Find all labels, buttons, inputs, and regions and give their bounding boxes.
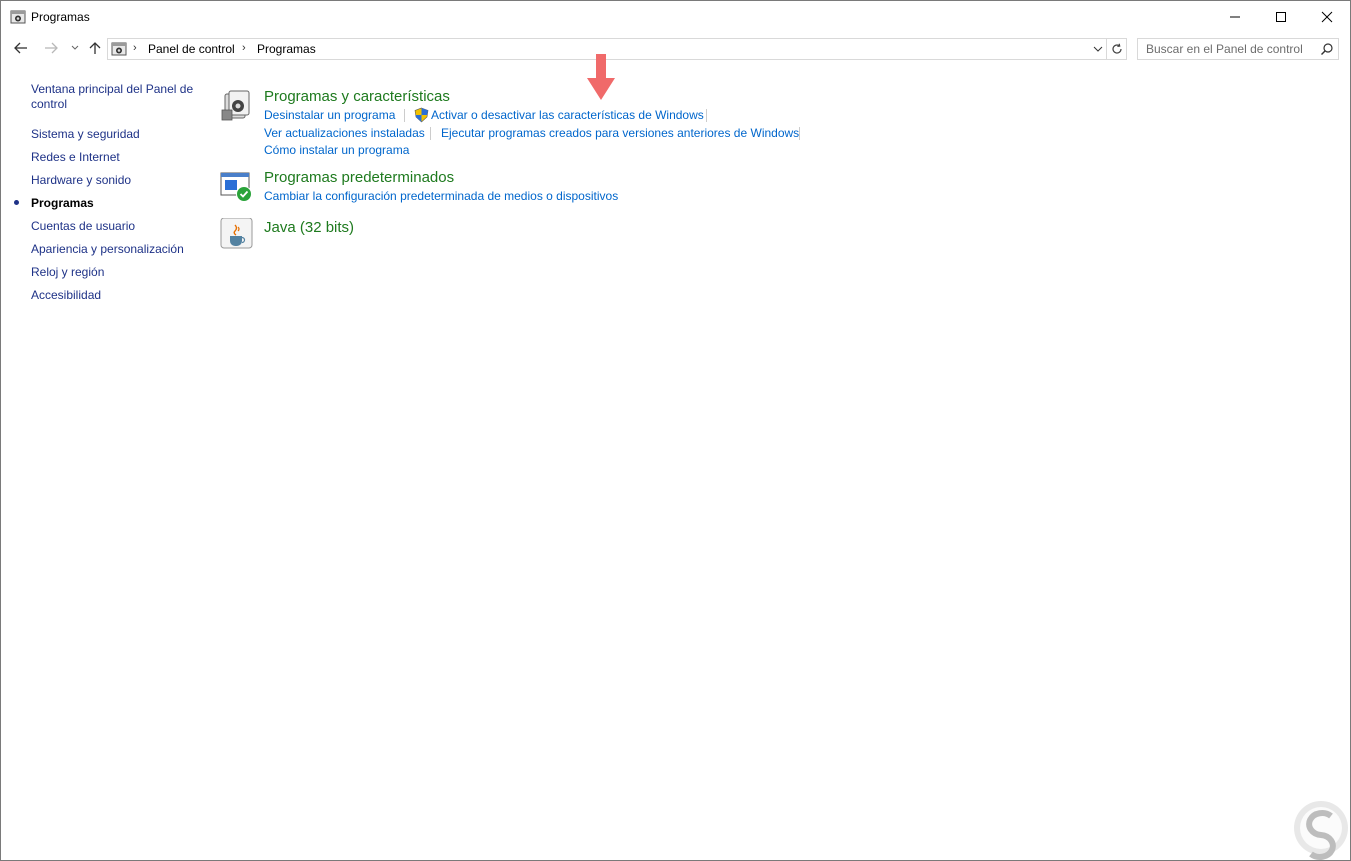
breadcrumb-separator-icon[interactable]: › <box>133 42 137 54</box>
category-title-programas-caracteristicas[interactable]: Programas y características <box>264 88 450 105</box>
close-button[interactable] <box>1304 1 1350 32</box>
programs-features-icon[interactable] <box>219 88 255 124</box>
category-programas-predeterminados: Programas predeterminados Cambiar la con… <box>219 169 819 209</box>
sidebar-item-panel-home[interactable]: Ventana principal del Panel de control <box>31 82 201 112</box>
breadcrumb-separator-icon[interactable]: › <box>242 42 246 54</box>
minimize-icon <box>1230 16 1240 17</box>
sidebar-item-accesibilidad[interactable]: Accesibilidad <box>31 288 201 303</box>
search-box[interactable] <box>1137 38 1339 60</box>
sidebar-item-hardware-sonido[interactable]: Hardware y sonido <box>31 173 201 188</box>
category-title-java[interactable]: Java (32 bits) <box>264 219 354 236</box>
default-programs-icon[interactable] <box>219 169 255 205</box>
sidebar-item-redes-internet[interactable]: Redes e Internet <box>31 150 201 165</box>
control-panel-window: Programas › Panel de control › Programas… <box>0 0 1351 861</box>
arrow-up-icon <box>89 42 101 54</box>
address-dropdown-button[interactable] <box>1090 39 1106 59</box>
chevron-down-icon <box>1093 46 1103 52</box>
refresh-icon <box>1111 43 1122 54</box>
minimize-button[interactable] <box>1212 1 1258 32</box>
category-programas-caracteristicas: Programas y características Desinstalar … <box>219 88 819 163</box>
navigation-bar: › Panel de control › Programas <box>1 34 1350 64</box>
breadcrumb-programas[interactable]: Programas <box>257 42 316 56</box>
link-separator <box>430 127 431 140</box>
link-ejecutar-programas-anteriores[interactable]: Ejecutar programas creados para versione… <box>441 126 799 140</box>
back-button[interactable] <box>11 38 31 58</box>
control-panel-icon <box>111 42 127 56</box>
arrow-right-icon <box>45 42 58 54</box>
maximize-icon <box>1276 11 1286 22</box>
link-separator <box>706 109 707 122</box>
annotation-arrow-down-icon <box>587 54 615 100</box>
java-icon[interactable] <box>219 218 255 254</box>
sidebar-item-apariencia[interactable]: Apariencia y personalización <box>31 242 201 257</box>
sidebar-item-sistema-seguridad[interactable]: Sistema y seguridad <box>31 127 201 142</box>
control-panel-icon <box>10 10 26 24</box>
forward-button[interactable] <box>41 38 61 58</box>
uac-shield-icon <box>414 107 429 123</box>
breadcrumb-panel-de-control[interactable]: Panel de control <box>148 42 235 56</box>
link-desinstalar-programa[interactable]: Desinstalar un programa <box>264 108 395 122</box>
category-java: Java (32 bits) <box>219 218 519 252</box>
sidebar-item-programas[interactable]: Programas <box>31 196 201 211</box>
link-activar-desactivar-caracteristicas[interactable]: Activar o desactivar las características… <box>431 108 704 122</box>
maximize-button[interactable] <box>1258 1 1304 32</box>
sidebar-item-reloj-region[interactable]: Reloj y región <box>31 265 201 280</box>
watermark-logo-icon <box>1294 801 1348 860</box>
link-cambiar-configuracion-medios[interactable]: Cambiar la configuración predeterminada … <box>264 189 618 203</box>
search-icon[interactable] <box>1320 42 1334 56</box>
chevron-down-icon <box>71 45 79 50</box>
recent-locations-button[interactable] <box>65 38 85 58</box>
active-bullet-icon <box>14 200 19 205</box>
up-button[interactable] <box>85 38 105 58</box>
sidebar-item-cuentas-usuario[interactable]: Cuentas de usuario <box>31 219 201 234</box>
link-ver-actualizaciones[interactable]: Ver actualizaciones instaladas <box>264 126 425 140</box>
close-icon <box>1321 11 1333 22</box>
link-separator <box>799 127 800 140</box>
arrow-left-icon <box>14 42 27 54</box>
category-title-programas-predeterminados[interactable]: Programas predeterminados <box>264 169 454 186</box>
refresh-button[interactable] <box>1107 38 1127 60</box>
title-bar: Programas <box>1 1 1350 32</box>
link-como-instalar[interactable]: Cómo instalar un programa <box>264 143 409 157</box>
search-input[interactable] <box>1138 39 1318 59</box>
window-title: Programas <box>31 10 90 24</box>
link-separator <box>404 109 405 122</box>
